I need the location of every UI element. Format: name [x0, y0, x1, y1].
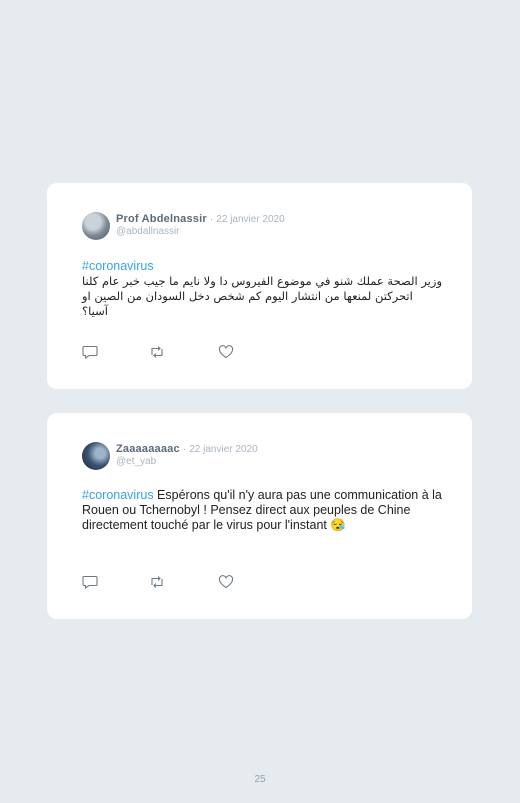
avatar[interactable] — [82, 442, 110, 470]
reply-icon[interactable] — [82, 575, 100, 591]
reply-icon[interactable] — [82, 345, 100, 361]
heart-icon[interactable] — [218, 575, 236, 591]
author-line: Prof Abdelnassir · 22 janvier 2020 — [116, 213, 285, 225]
hashtag-link[interactable]: #coronavirus — [82, 488, 154, 502]
tweet-text: #coronavirus Espérons qu'il n'y aura pas… — [82, 488, 442, 533]
avatar[interactable] — [82, 212, 110, 240]
page-number: 25 — [254, 774, 266, 785]
author-name[interactable]: Prof Abdelnassir — [116, 213, 207, 225]
retweet-icon[interactable] — [149, 345, 167, 361]
author-handle: @abdallnassir — [116, 226, 180, 237]
tweet-body: وزير الصحة عملك شنو في موضوع الفيروس دا … — [81, 274, 442, 318]
separator: · — [182, 444, 187, 455]
tweet-actions — [82, 345, 282, 361]
tweet-date: 22 janvier 2020 — [189, 444, 258, 455]
heart-icon[interactable] — [218, 345, 236, 361]
tweet-actions — [82, 575, 282, 591]
author-line: Zaaaaaaaac · 22 janvier 2020 — [116, 443, 258, 455]
author-name[interactable]: Zaaaaaaaac — [116, 443, 180, 455]
hashtag-link[interactable]: #coronavirus — [82, 259, 154, 273]
retweet-icon[interactable] — [149, 575, 167, 591]
separator: · — [209, 214, 214, 225]
tweet-date: 22 janvier 2020 — [216, 214, 285, 225]
tweet-card: Prof Abdelnassir · 22 janvier 2020 @abda… — [47, 183, 472, 389]
author-handle: @et_yab — [116, 456, 157, 467]
tweet-card: Zaaaaaaaac · 22 janvier 2020 @et_yab #co… — [47, 413, 472, 619]
tweet-text: #coronavirus وزير الصحة عملك شنو في موضو… — [82, 259, 442, 319]
